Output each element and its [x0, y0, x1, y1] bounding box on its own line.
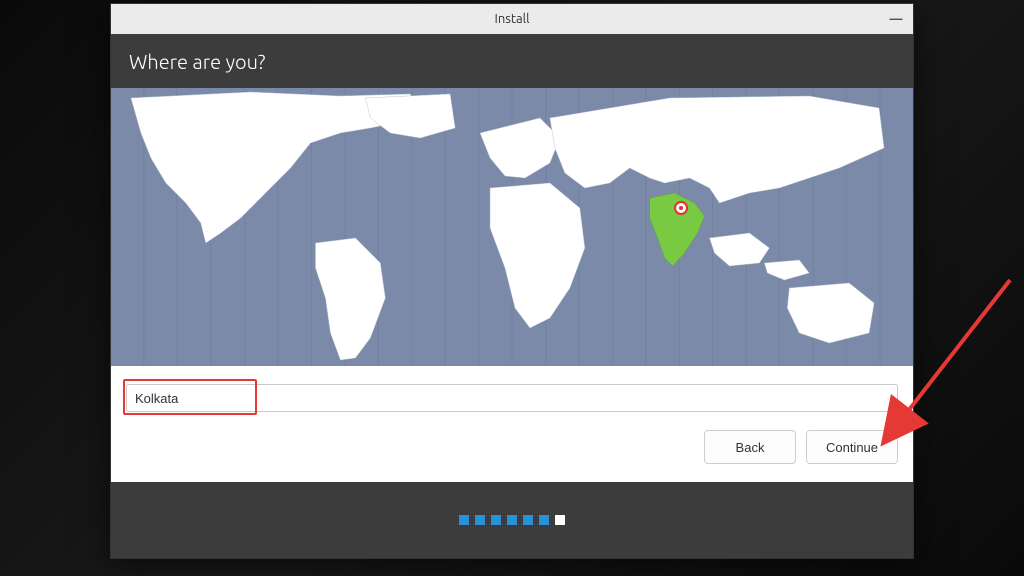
page-title: Where are you? [129, 50, 265, 73]
world-map-svg [111, 88, 913, 366]
step-dot [475, 515, 485, 525]
location-form-row [111, 366, 913, 422]
continue-button[interactable]: Continue [806, 430, 898, 464]
step-dot [459, 515, 469, 525]
installer-window: Install — Where are you? [110, 3, 914, 559]
minimize-icon[interactable]: — [889, 12, 903, 26]
timezone-map[interactable] [111, 88, 913, 366]
location-pin-icon [674, 201, 688, 215]
progress-footer [111, 482, 913, 558]
step-dot [507, 515, 517, 525]
step-dot [523, 515, 533, 525]
window-title: Install [495, 12, 530, 26]
titlebar[interactable]: Install — [111, 4, 913, 34]
back-button[interactable]: Back [704, 430, 796, 464]
location-input[interactable] [126, 384, 898, 412]
page-header: Where are you? [111, 34, 913, 88]
nav-button-row: Back Continue [111, 422, 913, 482]
step-dot [539, 515, 549, 525]
step-dot [491, 515, 501, 525]
step-dot-current [555, 515, 565, 525]
